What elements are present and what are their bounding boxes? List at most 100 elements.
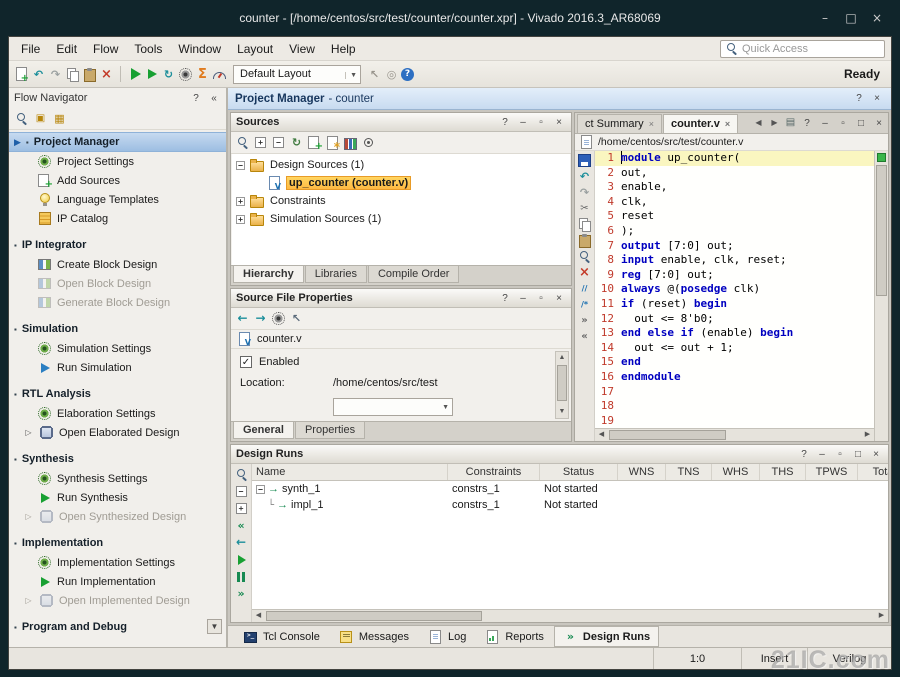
flow-item-create-block-design[interactable]: Create Block Design (9, 255, 226, 274)
flow-section-header-ip-integrator[interactable]: ▪IP Integrator (9, 235, 226, 255)
back-icon[interactable]: ← (234, 535, 249, 550)
flow-section-header-project-manager[interactable]: ▶▪Project Manager (9, 132, 226, 152)
help-button[interactable]: ? (498, 115, 512, 129)
expand-all-icon[interactable] (234, 501, 249, 516)
tab-hierarchy[interactable]: Hierarchy (233, 266, 304, 283)
column-header-total-po[interactable]: Total Po (858, 464, 888, 480)
forward-icon[interactable]: → (253, 311, 268, 326)
tab-properties[interactable]: Properties (295, 422, 365, 439)
expander-icon[interactable]: ▷ (23, 596, 34, 605)
scroll-right-button[interactable] (875, 610, 888, 622)
column-header-tns[interactable]: TNS (666, 464, 712, 480)
pin-icon[interactable]: ◎ (384, 67, 399, 82)
bottom-tab-tcl-console[interactable]: Tcl Console (234, 626, 329, 647)
flow-item-run-implementation[interactable]: Run Implementation (9, 572, 226, 591)
scroll-up-button[interactable] (556, 352, 568, 364)
back-icon[interactable]: ← (235, 311, 250, 326)
help-button[interactable]: ? (797, 447, 811, 461)
tree-item-simulation-sources-1[interactable]: +Simulation Sources (1) (232, 210, 570, 228)
flow-item-ip-catalog[interactable]: IP Catalog (9, 209, 226, 228)
editor-tab-counter-v[interactable]: counter.v× (663, 114, 738, 133)
tree-item-up-counter-counter-v[interactable]: up_counter (counter.v) (232, 174, 570, 192)
type-dropdown[interactable] (333, 398, 453, 416)
cut-icon[interactable]: ✂ (577, 201, 592, 216)
bottom-tab-design-runs[interactable]: »Design Runs (554, 626, 659, 647)
flow-section-header-rtl-analysis[interactable]: ▪RTL Analysis (9, 384, 226, 404)
paste-icon[interactable] (82, 67, 97, 82)
flow-item-synthesis-settings[interactable]: Synthesis Settings (9, 469, 226, 488)
tab-list-icon[interactable]: ▤ (783, 115, 798, 130)
play-icon[interactable] (144, 67, 159, 82)
code-area[interactable]: 1module up_counter(2out,3enable,4clk,5re… (595, 151, 874, 428)
paste-icon[interactable] (577, 233, 592, 248)
editor-tab-ct-summary[interactable]: ct Summary× (577, 114, 662, 133)
tree-item-constraints[interactable]: +Constraints (232, 192, 570, 210)
add-sources-icon[interactable] (307, 135, 322, 150)
outdent-icon[interactable]: « (577, 329, 592, 344)
column-header-status[interactable]: Status (540, 464, 618, 480)
flow-item-run-synthesis[interactable]: Run Synthesis (9, 488, 226, 507)
float-button[interactable]: ▫ (833, 447, 847, 461)
menu-item-window[interactable]: Window (170, 40, 229, 58)
tab-libraries[interactable]: Libraries (305, 266, 367, 283)
flow-item-open-elaborated-design[interactable]: ▷Open Elaborated Design (9, 423, 226, 442)
scroll-left-button[interactable] (252, 610, 265, 622)
window-close-button[interactable]: × (870, 11, 884, 25)
quick-access-box[interactable] (720, 40, 885, 58)
menu-item-tools[interactable]: Tools (126, 40, 170, 58)
menu-item-file[interactable]: File (13, 40, 48, 58)
flow-section-header-simulation[interactable]: ▪Simulation (9, 319, 226, 339)
new-file-icon[interactable] (14, 67, 29, 82)
column-header-whs[interactable]: WHS (712, 464, 760, 480)
comment-icon[interactable]: // (577, 281, 592, 296)
settings-icon[interactable] (178, 67, 193, 82)
next-tab-icon[interactable]: ▶ (767, 115, 782, 130)
tree-item-design-sources-1[interactable]: −Design Sources (1) (232, 156, 570, 174)
menu-item-view[interactable]: View (281, 40, 323, 58)
tree-expander-icon[interactable]: + (236, 197, 245, 206)
minimize-button[interactable]: – (516, 291, 530, 305)
window-minimize-button[interactable]: – (818, 11, 832, 25)
flow-item-run-simulation[interactable]: Run Simulation (9, 358, 226, 377)
window-maximize-button[interactable]: □ (844, 11, 858, 25)
run-expander-icon[interactable]: − (256, 485, 265, 494)
expander-icon[interactable]: ▷ (23, 428, 34, 437)
column-header-constraints[interactable]: Constraints (448, 464, 540, 480)
collapse-all-icon[interactable] (271, 135, 286, 150)
search-icon[interactable] (235, 135, 250, 150)
library-icon[interactable] (343, 135, 358, 150)
dashboard-icon[interactable]: ▦ (52, 111, 67, 126)
scroll-down-button[interactable]: ▼ (207, 619, 222, 634)
quick-access-input[interactable] (742, 43, 881, 55)
refresh-icon[interactable]: ↻ (289, 135, 304, 150)
scroll-left-button[interactable] (595, 429, 608, 441)
tab-close-icon[interactable]: × (725, 119, 730, 129)
collapse-icon[interactable]: ▣ (33, 111, 48, 126)
gauge-icon[interactable] (212, 67, 227, 82)
float-button[interactable]: ▫ (534, 115, 548, 129)
redo-icon[interactable]: ↷ (577, 185, 592, 200)
save-icon[interactable] (577, 153, 592, 168)
design-run-row-impl-1[interactable]: └→impl_1constrs_1Not started (252, 497, 888, 513)
pointer-icon[interactable]: ↖ (367, 67, 382, 82)
copy-icon[interactable] (577, 217, 592, 232)
sum-icon[interactable]: Σ (195, 67, 210, 82)
column-header-name[interactable]: Name (252, 464, 448, 480)
flow-section-header-program-and-debug[interactable]: ▪Program and Debug▼ (9, 617, 226, 637)
float-button[interactable]: ▫ (534, 291, 548, 305)
tree-expander-icon[interactable]: + (236, 215, 245, 224)
delete-icon[interactable]: × (99, 67, 114, 82)
collapse-panel-button[interactable]: « (207, 91, 221, 105)
maximize-button[interactable]: □ (851, 447, 865, 461)
properties-scrollbar[interactable] (555, 351, 569, 419)
flow-item-project-settings[interactable]: Project Settings (9, 152, 226, 171)
bottom-tab-messages[interactable]: Messages (330, 626, 418, 647)
undo-icon[interactable]: ↶ (31, 67, 46, 82)
tree-expander-icon[interactable]: − (236, 161, 245, 170)
scroll-right-button[interactable] (861, 429, 874, 441)
editor-vscrollbar[interactable] (874, 151, 888, 441)
scroll-down-button[interactable] (556, 406, 568, 418)
scrollbar-thumb[interactable] (266, 611, 482, 621)
expander-icon[interactable]: ▷ (23, 512, 34, 521)
design-run-row-synth-1[interactable]: −→synth_1constrs_1Not started (252, 481, 888, 497)
